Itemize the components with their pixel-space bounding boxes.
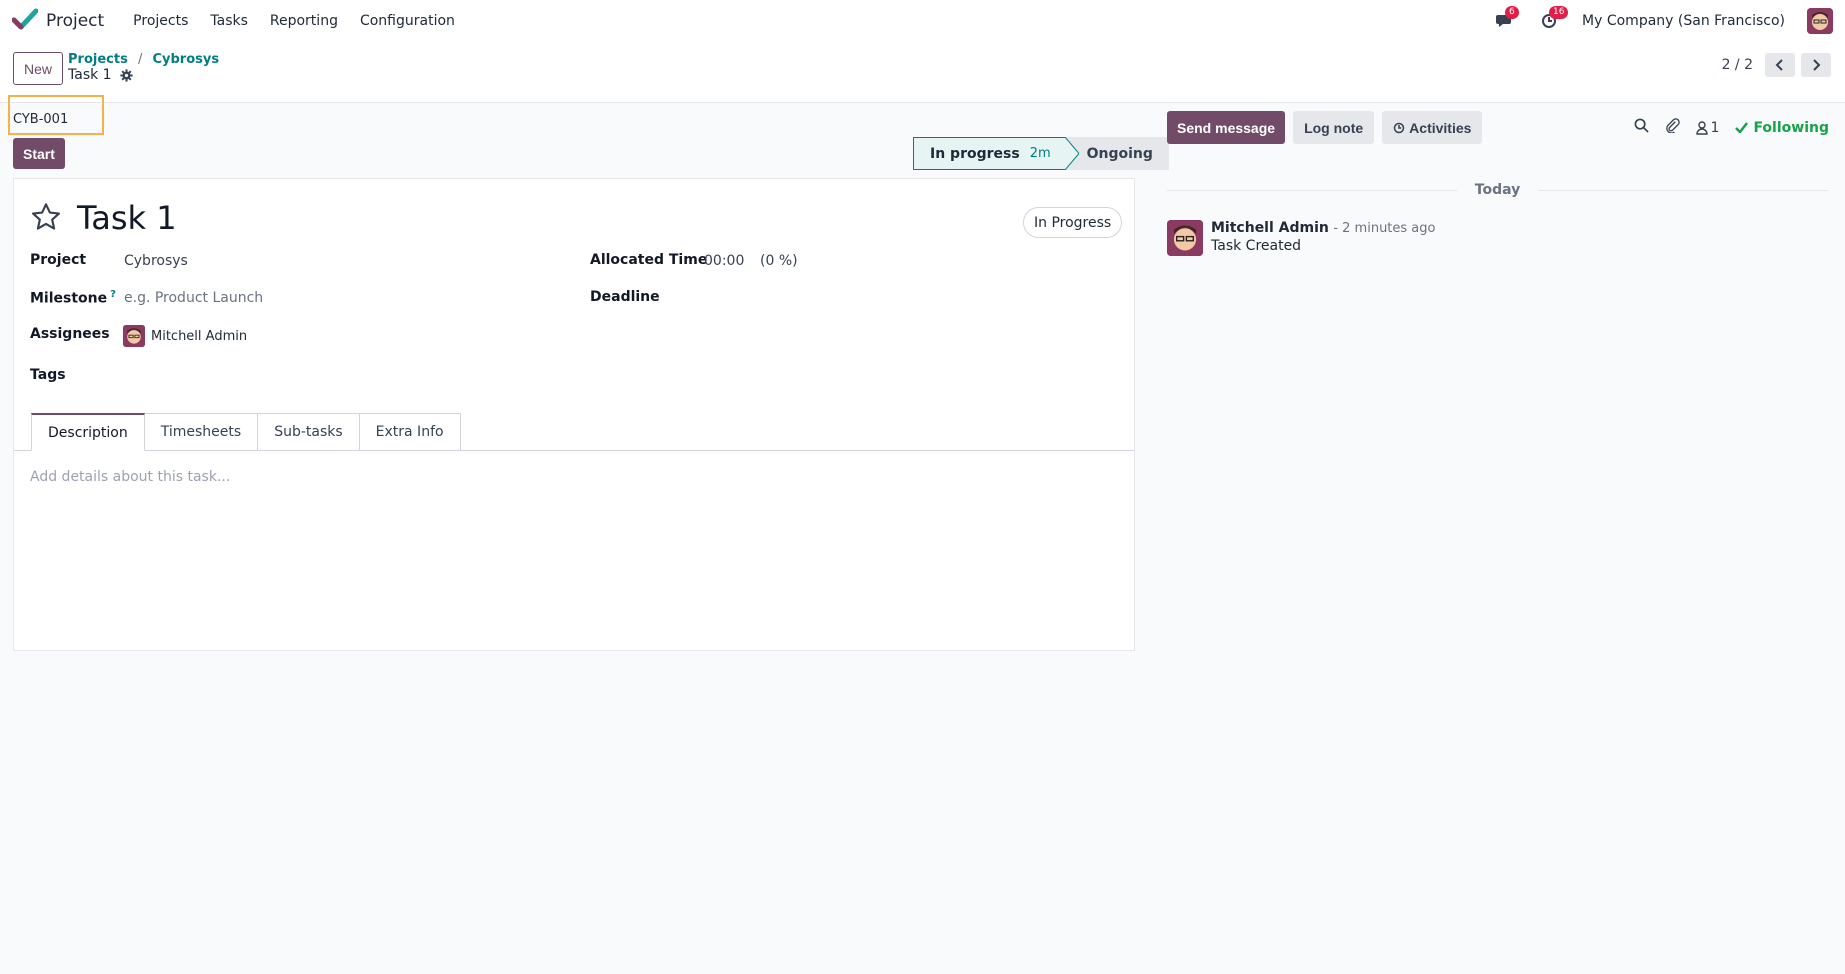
tab-description[interactable]: Description — [31, 413, 145, 451]
allocated-time-label: Allocated Time — [590, 252, 708, 268]
project-field[interactable]: Cybrosys — [124, 253, 188, 269]
control-panel: New Projects / Cybrosys Task 1 2 / 2 — [0, 42, 1845, 103]
menu-tasks[interactable]: Tasks — [199, 13, 259, 29]
activities-button[interactable]: 16 — [1538, 6, 1569, 32]
send-message-button[interactable]: Send message — [1167, 111, 1286, 144]
pager-value[interactable]: 2 / 2 — [1722, 57, 1753, 73]
following-button[interactable]: Following — [1735, 120, 1829, 136]
stage-duration: 2m — [1029, 146, 1051, 161]
stage-ongoing[interactable]: Ongoing — [1064, 137, 1169, 170]
menu-reporting[interactable]: Reporting — [259, 13, 349, 29]
separator-line — [1167, 189, 1457, 191]
stage-in-progress[interactable]: In progress 2m — [913, 137, 1065, 170]
assignee-avatar — [123, 325, 145, 347]
message-body: Task Created — [1211, 238, 1302, 254]
gear-icon[interactable] — [119, 68, 133, 82]
assignee-name: Mitchell Admin — [151, 328, 248, 344]
start-button[interactable]: Start — [13, 138, 65, 169]
following-label: Following — [1753, 119, 1829, 136]
chatter-topbar: Send message Log note Activities — [1167, 111, 1483, 144]
user-avatar[interactable] — [1807, 8, 1833, 34]
stage-in-progress-label: In progress — [930, 145, 1020, 162]
milestone-field[interactable]: e.g. Product Launch — [124, 290, 263, 306]
milestone-help-icon[interactable]: ? — [110, 289, 116, 300]
message-author[interactable]: Mitchell Admin — [1211, 220, 1329, 236]
systray: 6 16 My Company (San Francisco) — [1494, 6, 1833, 34]
breadcrumb-projects[interactable]: Projects — [68, 52, 128, 67]
assignees-label: Assignees — [30, 326, 110, 342]
menu-projects[interactable]: Projects — [122, 13, 199, 29]
form-sheet: Task 1 In Progress Project Cybrosys Mile… — [13, 178, 1135, 651]
breadcrumb-current: Task 1 — [68, 67, 133, 83]
company-switcher[interactable]: My Company (San Francisco) — [1582, 13, 1785, 29]
chevron-right-icon — [1813, 59, 1821, 71]
task-reference: CYB-001 — [13, 112, 69, 127]
new-button[interactable]: New — [13, 52, 64, 85]
project-label: Project — [30, 252, 87, 268]
clock-icon — [1393, 122, 1405, 133]
app-brand[interactable]: Project — [11, 8, 105, 34]
date-separator: Today — [1167, 182, 1829, 198]
breadcrumb-separator: / — [137, 52, 143, 67]
deadline-label: Deadline — [590, 289, 660, 305]
app-logo-icon — [11, 8, 39, 34]
check-icon — [1735, 122, 1749, 133]
state-selector[interactable]: In Progress — [1023, 207, 1123, 238]
milestone-label: Milestone? — [30, 289, 116, 307]
activities-button[interactable]: Activities — [1382, 111, 1483, 144]
search-icon[interactable] — [1634, 118, 1649, 137]
notebook-tabs: Description Timesheets Sub-tasks Extra I… — [31, 413, 461, 451]
tags-label: Tags — [30, 367, 66, 383]
chatter-tools: 1 Following — [1634, 118, 1829, 137]
messages-button[interactable]: 6 — [1494, 6, 1519, 32]
menu-configuration[interactable]: Configuration — [349, 13, 466, 29]
stage-statusbar: In progress 2m Ongoing — [913, 137, 1169, 170]
user-icon — [1695, 120, 1708, 135]
milestone-label-text: Milestone — [30, 290, 108, 307]
star-icon[interactable] — [30, 201, 62, 237]
chatter-message: Mitchell Admin - 2 minutes ago Task Crea… — [1167, 220, 1435, 256]
followers-count: 1 — [1710, 119, 1720, 136]
current-record-name: Task 1 — [68, 67, 112, 83]
separator-line — [1538, 189, 1829, 191]
date-separator-label: Today — [1474, 182, 1521, 198]
breadcrumb: Projects / Cybrosys — [68, 52, 219, 67]
pager: 2 / 2 — [1722, 53, 1831, 77]
activities-label: Activities — [1409, 119, 1472, 136]
task-title[interactable]: Task 1 — [77, 199, 177, 237]
breadcrumb-cybrosys[interactable]: Cybrosys — [152, 52, 219, 67]
followers-button[interactable]: 1 — [1695, 119, 1720, 136]
log-note-button[interactable]: Log note — [1293, 111, 1375, 144]
message-time: - 2 minutes ago — [1333, 221, 1436, 236]
stage-arrow-icon — [1064, 137, 1079, 170]
message-content: Mitchell Admin - 2 minutes ago Task Crea… — [1211, 220, 1435, 256]
tab-extra-info[interactable]: Extra Info — [359, 413, 461, 451]
top-navbar: Project Projects Tasks Reporting Configu… — [0, 0, 1845, 42]
paperclip-icon[interactable] — [1665, 118, 1680, 137]
assignee-tag[interactable]: Mitchell Admin — [123, 325, 247, 347]
activities-badge: 16 — [1549, 6, 1569, 19]
tab-timesheets[interactable]: Timesheets — [144, 413, 259, 451]
main-menu: Projects Tasks Reporting Configuration — [122, 13, 466, 29]
pager-next-button[interactable] — [1801, 53, 1831, 77]
tab-sub-tasks[interactable]: Sub-tasks — [258, 413, 360, 451]
message-author-avatar[interactable] — [1167, 220, 1203, 256]
pager-previous-button[interactable] — [1765, 53, 1795, 77]
chevron-left-icon — [1775, 59, 1783, 71]
messages-badge: 6 — [1505, 6, 1519, 19]
allocated-time-field[interactable]: 00:00 — [704, 253, 744, 269]
app-name: Project — [46, 11, 105, 31]
allocated-percent: (0 %) — [760, 253, 798, 269]
description-editor[interactable]: Add details about this task... — [30, 469, 230, 485]
